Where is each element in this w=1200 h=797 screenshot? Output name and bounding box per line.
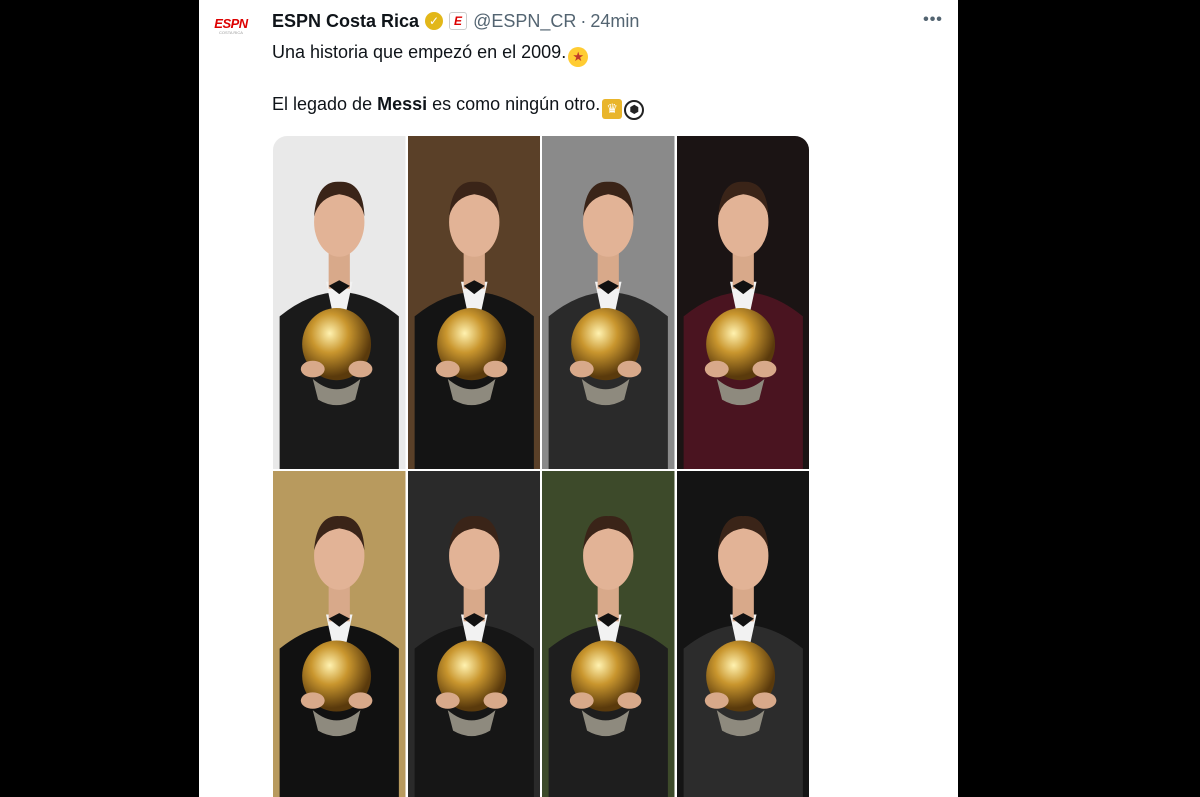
tweet-header: ESPN Costa Rica ✓ E @ESPN_CR · 24min (272, 9, 639, 33)
affiliate-badge[interactable]: E (449, 12, 468, 30)
avatar[interactable]: ESPN COSTA RICA (205, 0, 257, 52)
tweet-text-line-2: El legado de Messi es como ningún otro. ♛… (272, 94, 645, 120)
photo-5[interactable] (273, 471, 406, 797)
photo-1[interactable] (273, 136, 406, 469)
tweet-text-2-suffix: es como ningún otro. (427, 94, 601, 114)
separator: · (580, 10, 587, 31)
tweet-text-line-1: Una historia que empezó en el 2009. ★ (272, 42, 589, 67)
tweet-text-1: Una historia que empezó en el 2009. (272, 42, 567, 62)
more-options-icon[interactable]: ••• (920, 10, 946, 30)
photo-8[interactable] (676, 471, 809, 797)
display-name[interactable]: ESPN Costa Rica (272, 11, 419, 32)
espn-logo: ESPN (214, 16, 248, 31)
photo-4[interactable] (676, 136, 809, 469)
avatar-subtext: COSTA RICA (219, 30, 243, 35)
photo-2[interactable] (407, 136, 540, 469)
star-struck-emoji-icon: ★ (568, 47, 589, 67)
verified-badge-icon[interactable]: ✓ (425, 12, 444, 30)
tweet-text-2-bold: Messi (377, 94, 428, 114)
media-grid[interactable] (273, 136, 809, 797)
photo-7[interactable] (542, 471, 675, 797)
photo-6[interactable] (407, 471, 540, 797)
photo-3[interactable] (542, 136, 675, 469)
timestamp[interactable]: 24min (590, 11, 639, 32)
trophy-emoji-icon: ♛ (602, 99, 623, 119)
handle[interactable]: @ESPN_CR (473, 11, 576, 32)
soccer-ball-emoji-icon: ⬢ (624, 100, 645, 120)
tweet-text-2-prefix: El legado de (272, 94, 378, 114)
